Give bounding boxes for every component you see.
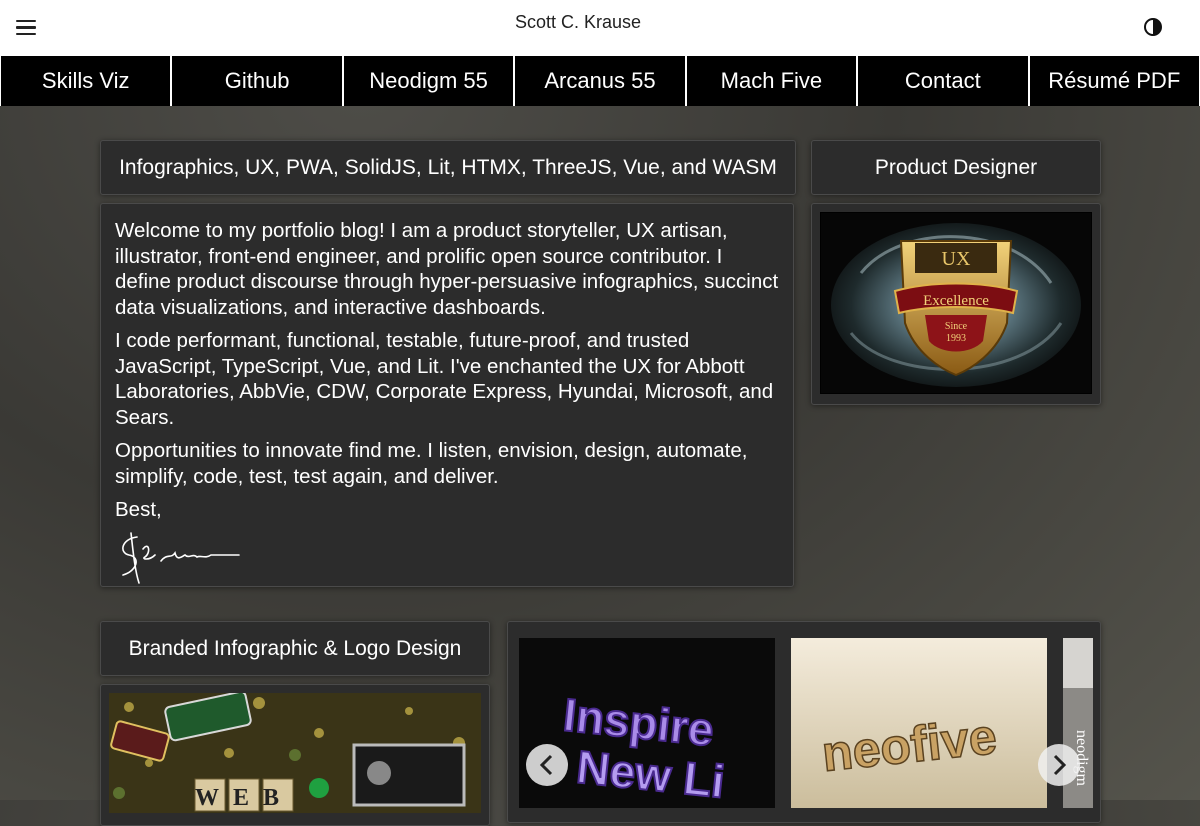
badge-year-text: 1993: [946, 333, 966, 344]
intro-closing: Best,: [115, 498, 162, 521]
main-nav: Skills Viz Github Neodigm 55 Arcanus 55 …: [0, 56, 1200, 106]
portfolio-carousel: Inspire New Li neofive neodigm: [507, 621, 1101, 823]
intro-paragraph-1: Welcome to my portfolio blog! I am a pro…: [115, 219, 779, 319]
nav-mach-five[interactable]: Mach Five: [686, 56, 857, 106]
top-bar: Scott C. Krause: [0, 0, 1200, 56]
badge-excellence-text: Excellence: [923, 293, 989, 309]
intro-paragraph-2: I code performant, functional, testable,…: [115, 329, 774, 429]
intro-paragraph-3: Opportunities to innovate find me. I lis…: [115, 439, 748, 488]
nav-resume-pdf[interactable]: Résumé PDF: [1029, 56, 1199, 106]
branded-heading: Branded Infographic & Logo Design: [128, 636, 462, 660]
chevron-right-icon[interactable]: [1038, 744, 1080, 786]
branded-image-card: WEB: [100, 684, 490, 826]
chevron-left-icon[interactable]: [526, 744, 568, 786]
half-moon-icon[interactable]: [1141, 15, 1165, 39]
nav-github[interactable]: Github: [172, 56, 342, 106]
intro-heading: Infographics, UX, PWA, SolidJS, Lit, HTM…: [119, 155, 777, 179]
badge-ux-text: UX: [942, 248, 971, 270]
product-heading-card: Product Designer: [811, 140, 1101, 195]
signature-image: [115, 531, 779, 593]
nav-arcanus-55[interactable]: Arcanus 55: [515, 56, 685, 106]
intro-heading-card: Infographics, UX, PWA, SolidJS, Lit, HTM…: [100, 140, 796, 195]
badge-since-text: Since: [945, 321, 968, 332]
nav-skills-viz[interactable]: Skills Viz: [1, 56, 171, 106]
nav-contact[interactable]: Contact: [858, 56, 1028, 106]
carousel-slide-neofive[interactable]: neofive: [791, 638, 1047, 808]
site-title[interactable]: Scott C. Krause: [0, 12, 1156, 33]
branded-heading-card: Branded Infographic & Logo Design: [100, 621, 490, 676]
nav-neodigm-55[interactable]: Neodigm 55: [343, 56, 514, 106]
ux-excellence-badge-image[interactable]: UX Excellence Since 1993: [820, 212, 1092, 394]
product-heading: Product Designer: [874, 155, 1038, 179]
infographic-web-text: WEB: [195, 785, 293, 811]
product-image-card: UX Excellence Since 1993: [811, 203, 1101, 405]
branded-infographic-image[interactable]: WEB: [109, 693, 481, 813]
intro-card: Welcome to my portfolio blog! I am a pro…: [100, 203, 794, 587]
